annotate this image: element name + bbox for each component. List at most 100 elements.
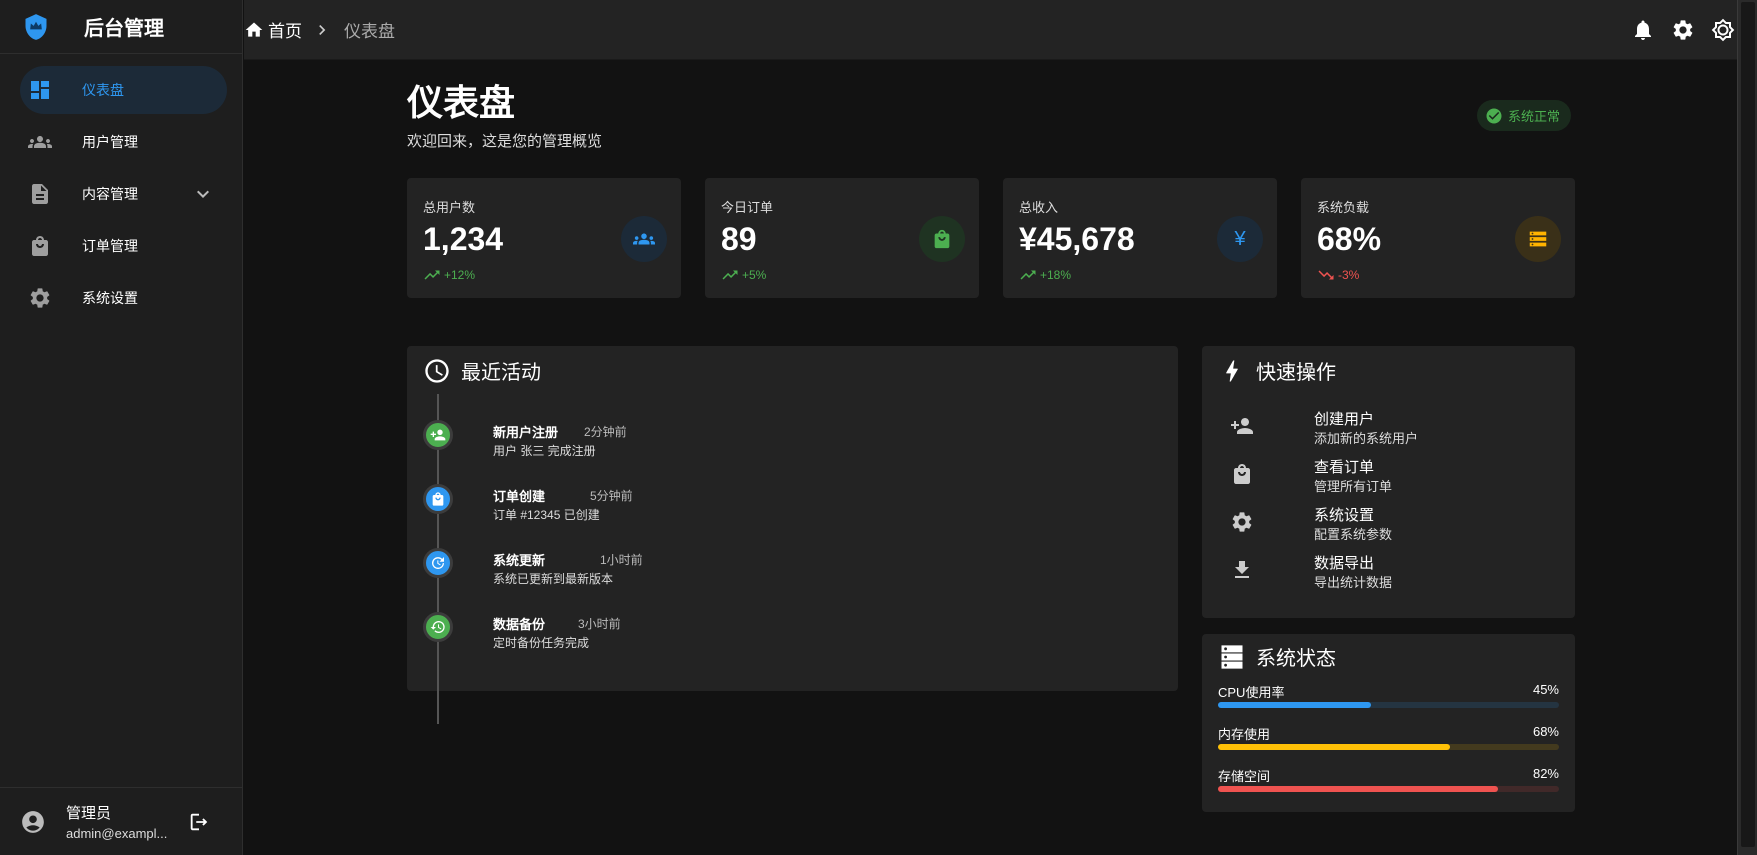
- stat-value: 68%: [1317, 221, 1382, 257]
- quick-action-title: 数据导出: [1314, 555, 1375, 572]
- shopping-bag-icon: [1234, 464, 1250, 484]
- card-header: 快速操作: [1218, 356, 1336, 385]
- activity-time: 5分钟前: [590, 489, 633, 503]
- brightness-icon[interactable]: [1711, 18, 1735, 42]
- update-icon: [432, 557, 444, 569]
- activity-item: 系统更新 1小时前 系统已更新到最新版本: [423, 542, 1123, 592]
- quick-action-settings[interactable]: 系统设置 配置系统参数: [1230, 502, 1560, 546]
- quick-action-desc: 管理所有订单: [1314, 479, 1393, 494]
- activity-desc: 订单 #12345 已创建: [493, 508, 600, 522]
- quick-action-desc: 导出统计数据: [1314, 575, 1393, 590]
- quick-action-export[interactable]: 数据导出 导出统计数据: [1230, 550, 1560, 594]
- status-text: 系统正常: [1508, 109, 1561, 124]
- user-email: admin@exampl...: [66, 826, 168, 841]
- quick-action-desc: 添加新的系统用户: [1314, 431, 1419, 446]
- people-icon: [633, 233, 655, 245]
- topbar-actions: [1615, 18, 1735, 42]
- page-title: 仪表盘: [407, 82, 516, 123]
- activity-item: 数据备份 3小时前 定时备份任务完成: [423, 606, 1123, 656]
- backup-icon: [430, 621, 445, 633]
- resource-name: CPU使用率: [1218, 685, 1285, 700]
- resource-memory: 内存使用 68%: [1218, 724, 1559, 764]
- resource-name: 存储空间: [1218, 769, 1271, 784]
- activity-desc: 定时备份任务完成: [493, 636, 590, 650]
- breadcrumb-current: 仪表盘: [344, 22, 395, 41]
- stat-change-text: -3%: [1338, 268, 1360, 282]
- brand-title: 后台管理: [84, 18, 164, 40]
- quick-action-title: 查看订单: [1314, 459, 1375, 476]
- stat-label: 总收入: [1019, 200, 1059, 215]
- quick-action-title: 系统设置: [1314, 507, 1375, 524]
- activity-dot: [423, 420, 453, 450]
- chevron-down-icon[interactable]: [191, 182, 215, 206]
- quick-action-desc: 配置系统参数: [1314, 527, 1393, 542]
- home-icon[interactable]: [244, 20, 264, 40]
- gear-icon[interactable]: [1671, 18, 1695, 42]
- bell-icon[interactable]: [1631, 18, 1655, 42]
- stat-badge: ¥: [1217, 216, 1263, 262]
- trending-up-icon: [1020, 270, 1036, 280]
- activity-dot: [423, 548, 453, 578]
- stat-card-orders: 今日订单 89 +5%: [705, 178, 979, 298]
- sidebar-item-label: 订单管理: [82, 238, 138, 254]
- resource-percent: 82%: [1532, 766, 1559, 781]
- stat-badge: [1515, 216, 1561, 262]
- people-icon: [28, 136, 52, 148]
- person-add-icon: [430, 429, 446, 441]
- stat-card-users: 总用户数 1,234 +12%: [407, 178, 681, 298]
- page-subtitle: 欢迎回来，这是您的管理概览: [407, 133, 603, 150]
- quick-action-create-user[interactable]: 创建用户 添加新的系统用户: [1230, 406, 1560, 450]
- stat-card-revenue: 总收入 ¥45,678 +18% ¥: [1003, 178, 1277, 298]
- resource-percent: 68%: [1532, 724, 1559, 739]
- trending-up-icon: [722, 270, 738, 280]
- progress-track: [1218, 702, 1559, 708]
- stat-change-text: +5%: [742, 268, 767, 282]
- status-badge: 系统正常: [1477, 100, 1572, 131]
- quick-action-view-orders[interactable]: 查看订单 管理所有订单: [1230, 454, 1560, 498]
- stat-value: 1,234: [423, 221, 504, 257]
- resource-storage: 存储空间 82%: [1218, 766, 1559, 806]
- card-title: 系统状态: [1256, 648, 1336, 670]
- stat-label: 今日订单: [721, 200, 774, 215]
- gear-icon: [1232, 512, 1252, 532]
- activity-time: 1小时前: [600, 553, 643, 567]
- download-icon: [1235, 561, 1249, 578]
- user-panel: 管理员 admin@exampl...: [0, 787, 243, 855]
- sidebar-item-label: 仪表盘: [82, 82, 124, 98]
- stat-change-text: +18%: [1040, 268, 1072, 282]
- stat-label: 系统负载: [1317, 200, 1370, 215]
- activity-dot: [423, 612, 453, 642]
- scrollbar[interactable]: [1737, 0, 1757, 855]
- scrollbar-thumb[interactable]: [1741, 2, 1755, 847]
- sidebar-nav: 仪表盘 用户管理 内容管理 订单管理 系统设置: [0, 54, 242, 322]
- bolt-icon: [1226, 360, 1238, 381]
- sidebar-item-content[interactable]: 内容管理: [20, 170, 227, 218]
- stat-change: +12%: [423, 266, 475, 284]
- breadcrumb-home[interactable]: 首页: [268, 17, 302, 42]
- account-circle-icon: [22, 810, 44, 833]
- stat-change: +5%: [721, 266, 766, 284]
- sidebar: 后台管理 仪表盘 用户管理 内容管理 订单管理 系统设置 管理员 admin@e…: [0, 0, 243, 855]
- shopping-bag-icon: [32, 236, 48, 256]
- card-title: 最近活动: [461, 362, 541, 384]
- quick-action-title: 创建用户: [1314, 411, 1375, 428]
- activity-time: 3小时前: [578, 617, 621, 631]
- activity-time: 2分钟前: [584, 425, 627, 439]
- stat-label: 总用户数: [423, 200, 476, 215]
- sidebar-item-label: 用户管理: [82, 134, 138, 150]
- sidebar-item-dashboard[interactable]: 仪表盘: [20, 66, 227, 114]
- stat-value: 89: [721, 221, 757, 257]
- sidebar-item-orders[interactable]: 订单管理: [20, 222, 227, 270]
- activity-title: 订单创建: [493, 489, 546, 504]
- logout-icon[interactable]: [188, 811, 210, 833]
- sidebar-item-users[interactable]: 用户管理: [20, 118, 227, 166]
- breadcrumb: 首页 仪表盘: [244, 17, 395, 42]
- stat-change: -3%: [1317, 266, 1359, 284]
- sidebar-item-label: 内容管理: [82, 186, 138, 202]
- quick-actions-card: 快速操作 创建用户 添加新的系统用户 查看订单 管理所有订单 系统设置 配置系统…: [1202, 346, 1575, 618]
- person-add-icon: [1231, 418, 1253, 434]
- progress-fill: [1218, 786, 1498, 792]
- sidebar-item-settings[interactable]: 系统设置: [20, 274, 227, 322]
- clock-icon: [425, 358, 449, 383]
- activity-desc: 用户 张三 完成注册: [493, 444, 596, 458]
